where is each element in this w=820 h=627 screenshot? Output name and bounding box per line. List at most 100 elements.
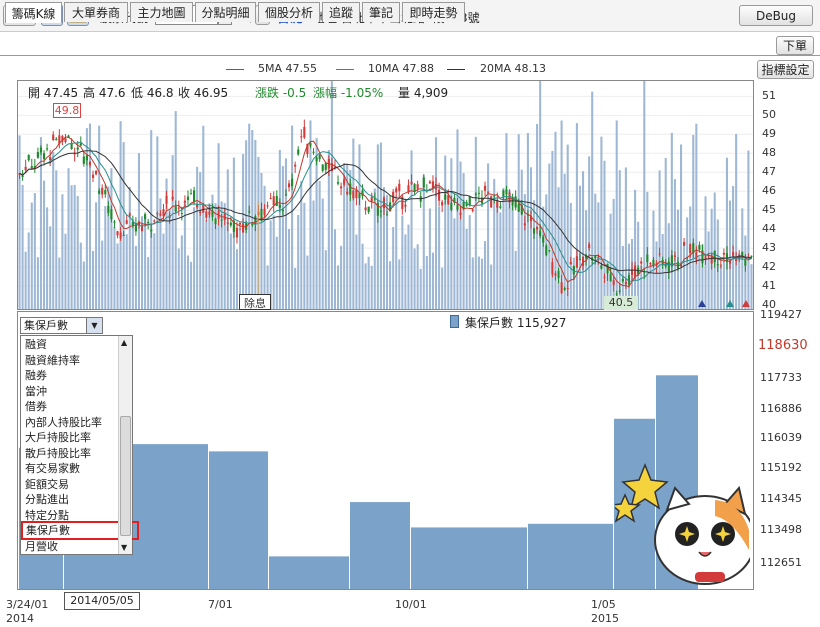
tab-chip-kline[interactable]: 籌碼K線 [5,2,62,23]
candle-body [150,229,153,232]
volume-bar [367,256,370,309]
indicator-settings-button[interactable]: 指標設定 [757,60,814,79]
order-button[interactable]: 下單 [776,36,814,55]
price-axis-tick: 45 [762,203,776,216]
volume-bar [297,215,300,309]
volume-bar [502,188,505,309]
volume-bar [364,263,367,309]
candle-body [554,273,557,276]
candle-body [358,193,361,199]
indicator-option[interactable]: 當沖 [25,385,47,398]
candle-body [474,193,477,195]
volume-bar [30,202,33,309]
tab-big-brokers[interactable]: 大單券商 [64,2,128,22]
volume-bar [303,202,306,309]
scrollbar-thumb[interactable] [120,416,131,536]
candle-body [422,177,425,188]
candle-body [612,280,615,285]
tab-notes[interactable]: 筆記 [362,2,400,22]
indicator-option[interactable]: 分點進出 [25,493,69,506]
indicator-option[interactable]: 融券 [25,369,47,382]
volume-bar [392,227,395,309]
indicator-option[interactable]: 內部人持股比率 [25,416,102,429]
indicator-option[interactable]: 有交易家數 [25,462,80,475]
volume-bar [251,129,254,309]
volume-bar [321,198,324,309]
volume-bar [82,261,85,309]
volume-bar [529,167,532,309]
indicator-option[interactable]: 月營收 [25,540,58,553]
volume-bar [750,264,753,309]
candle-body [107,205,110,213]
candle-body [193,190,196,203]
indicator-select[interactable]: 集保戶數 ▼ [20,317,103,334]
candle-body [618,290,621,292]
tab-main-force-map[interactable]: 主力地圖 [130,2,193,22]
volume-bar [186,255,189,309]
volume-bar [539,76,542,310]
indicator-option[interactable]: 特定分點 [25,509,69,522]
indicator-select-value: 集保戶數 [24,319,68,332]
debug-button[interactable]: DeBug [739,5,813,26]
candle-body [477,192,480,194]
candle-body [634,265,637,277]
candle-body [251,224,254,226]
price-change-pct: 漲幅 -1.05% [313,86,384,100]
kline-chart[interactable] [17,65,754,310]
holder-count-step [350,502,410,589]
volume-bar [52,151,55,309]
volume-bar [395,195,398,309]
candle-body [343,179,346,185]
candle-body [545,245,548,256]
volume-bar [572,257,575,309]
candle-body [281,209,284,211]
candle-body [557,270,560,278]
list-scrollbar[interactable]: ▲ ▼ [118,336,132,554]
candle-body [542,236,545,243]
chevron-down-icon[interactable]: ▼ [86,318,102,333]
candle-body [502,190,505,197]
volume-bar [680,144,683,309]
volume-bar [306,255,309,309]
candle-body [177,207,180,209]
indicator-list[interactable]: 融資融資維持率融券當沖借券內部人持股比率 大戶持股比率 散戶持股比率 有交易家數鉅額交… [20,335,139,555]
high-price: 高 47.6 [83,86,126,100]
volume-bar [477,256,480,309]
low-price: 低 46.8 [131,86,174,100]
scroll-down-icon[interactable]: ▼ [121,543,127,552]
indicator-option[interactable]: 融資 [25,338,47,351]
candle-body [278,204,281,208]
candle-body [588,244,591,249]
volume-bar [183,201,186,309]
tab-tracking[interactable]: 追蹤 [322,2,360,22]
candle-body [324,163,327,170]
candle-body [91,174,95,178]
indicator-option[interactable]: 融資維持率 [25,354,80,367]
tab-stock-analysis[interactable]: 個股分析 [258,2,320,22]
candle-body [713,250,716,263]
candle-body [39,147,43,153]
candle-body [483,185,487,191]
candle-body [499,206,502,208]
volume-bar [73,184,76,309]
volume-bar [704,196,707,309]
candle-body [52,134,55,141]
indicator-option[interactable]: 鉅額交易 [25,478,69,491]
scroll-up-icon[interactable]: ▲ [121,338,127,347]
candle-body [716,264,719,266]
indicator-option[interactable]: 散戶持股比率 [25,447,91,460]
indicator-axis-tick: 119427 [760,308,802,321]
candle-body [548,250,551,252]
indicator-axis-tick: 113498 [760,523,802,536]
candle-body [566,287,569,289]
candle-body [560,282,563,294]
volume-bar [416,244,419,309]
tab-realtime[interactable]: 即時走勢 [402,2,465,22]
candle-body [122,235,125,237]
tab-branch-detail[interactable]: 分點明細 [195,2,256,22]
candle-body [266,205,269,207]
indicator-option[interactable]: 借券 [25,400,47,413]
candle-body [309,143,312,146]
indicator-option[interactable]: 大戶持股比率 [25,431,91,444]
volume-bar [490,264,493,309]
